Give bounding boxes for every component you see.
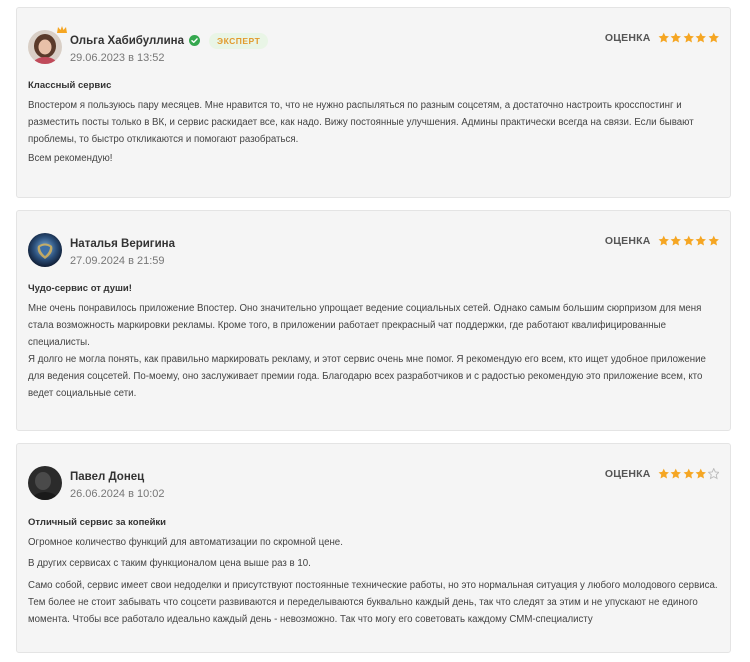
star-empty-icon — [707, 468, 719, 480]
review-card: Наталья Веригина 27.09.2024 в 21:59 ОЦЕН… — [16, 210, 731, 431]
review-text: Мне очень понравилось приложение Впостер… — [28, 303, 702, 348]
star-filled-icon — [695, 235, 706, 246]
rating: ОЦЕНКА — [605, 235, 719, 247]
avatar[interactable] — [28, 233, 62, 267]
rating-stars — [658, 32, 720, 44]
review-text: В других сервисах с таким функционалом ц… — [28, 558, 311, 569]
review-title: Отличный сервис за копейки — [28, 517, 167, 528]
star-filled-icon — [683, 468, 694, 479]
review-card: Павел Донец 26.06.2024 в 10:02 ОЦЕНКА От… — [16, 443, 731, 653]
star-filled-icon — [708, 32, 719, 43]
review-text: Само собой, сервис имеет свои недоделки … — [28, 580, 718, 625]
verified-icon — [189, 35, 201, 46]
review-title: Чудо-сервис от души! — [28, 283, 132, 294]
expert-badge: ЭКСПЕРТ — [209, 32, 269, 49]
rating-label: ОЦЕНКА — [604, 32, 651, 44]
avatar[interactable] — [28, 466, 62, 500]
review-text: Всем рекомендую! — [28, 153, 113, 164]
star-filled-icon — [695, 468, 706, 479]
rating-stars — [658, 235, 720, 247]
review-title: Классный сервис — [28, 80, 112, 91]
avatar[interactable] — [28, 26, 67, 64]
star-filled-icon — [683, 32, 694, 43]
star-filled-icon — [670, 235, 681, 246]
rating: ОЦЕНКА — [605, 468, 719, 480]
star-filled-icon — [683, 235, 694, 246]
review-date: 26.06.2024 в 10:02 — [70, 488, 165, 500]
rating-stars — [658, 468, 719, 480]
review-text: Огромное количество функций для автомати… — [28, 537, 343, 548]
crown-icon — [57, 26, 67, 33]
rating: ОЦЕНКА — [605, 32, 719, 44]
star-filled-icon — [658, 235, 669, 246]
rating-label: ОЦЕНКА — [604, 235, 651, 247]
star-filled-icon — [695, 32, 706, 43]
review-card: Ольга Хабибуллина ЭКСПЕРТ 29.06.2023 в 1… — [16, 7, 731, 198]
review-text: Впостером я пользуюсь пару месяцев. Мне … — [28, 100, 694, 145]
star-filled-icon — [670, 32, 681, 43]
review-date: 27.09.2024 в 21:59 — [70, 255, 165, 267]
author-name: Наталья Веригина — [70, 237, 176, 250]
rating-label: ОЦЕНКА — [604, 468, 651, 480]
author-name: Павел Донец — [70, 470, 145, 483]
review-text: Я долго не могла понять, как правильно м… — [28, 354, 706, 399]
star-filled-icon — [658, 468, 669, 479]
star-filled-icon — [708, 235, 719, 246]
author-name: Ольга Хабибуллина — [70, 34, 185, 47]
star-filled-icon — [670, 468, 681, 479]
review-date: 29.06.2023 в 13:52 — [70, 52, 165, 64]
star-filled-icon — [658, 32, 669, 43]
